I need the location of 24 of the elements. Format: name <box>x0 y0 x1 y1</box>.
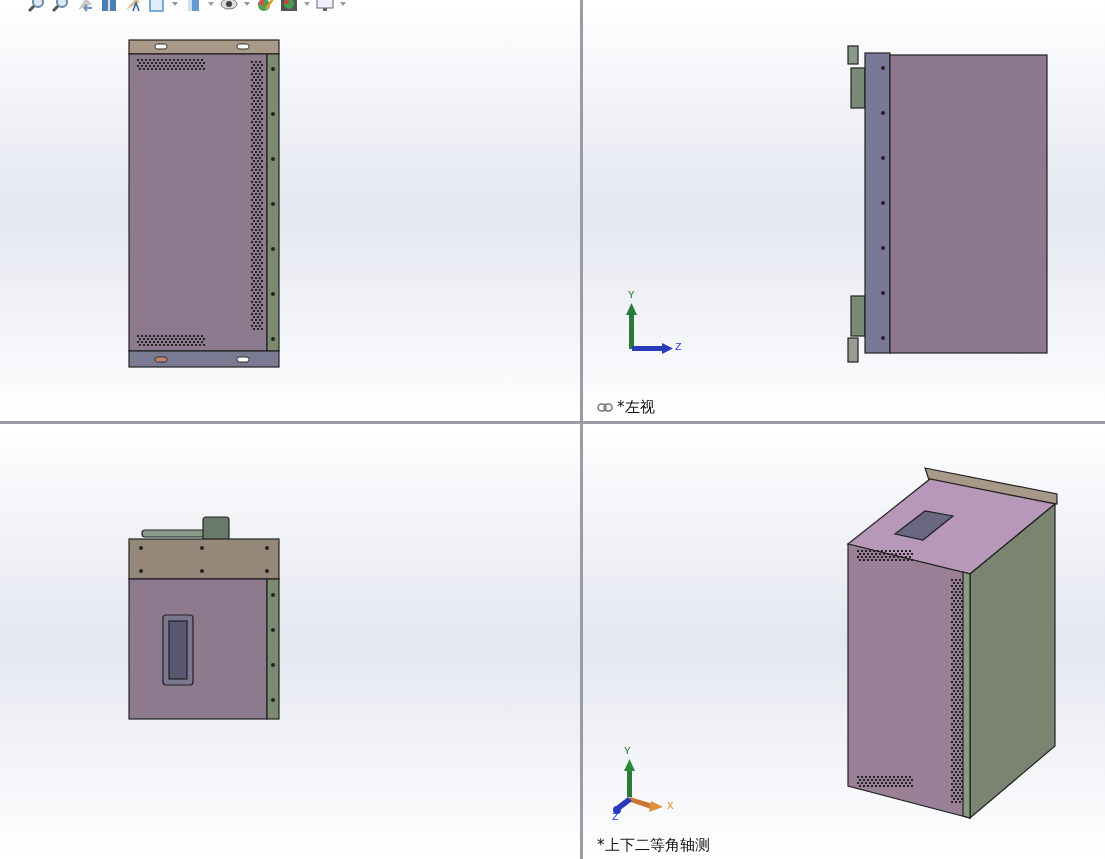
dropdown-caret-icon[interactable] <box>340 2 346 6</box>
axis-label: X <box>667 801 674 812</box>
view-name: *上下二等角轴测 <box>597 836 710 855</box>
view-cube-icon[interactable] <box>148 0 166 12</box>
zoom-area-icon[interactable] <box>52 0 70 12</box>
scene-icon[interactable] <box>280 0 298 12</box>
axis-triad-icon <box>626 303 673 354</box>
appearance-pencil-icon[interactable] <box>256 0 274 12</box>
annotation-icon[interactable] <box>124 0 142 12</box>
dropdown-caret-icon[interactable] <box>172 2 178 6</box>
dropdown-caret-icon[interactable] <box>208 2 214 6</box>
axis-triad-icon <box>613 759 663 814</box>
previous-view-icon[interactable] <box>76 0 94 12</box>
dropdown-caret-icon[interactable] <box>304 2 310 6</box>
section-view-icon[interactable] <box>100 0 118 12</box>
dropdown-caret-icon[interactable] <box>244 2 250 6</box>
view-name: *左视 <box>617 398 655 417</box>
axis-label: Z <box>612 812 619 823</box>
axis-label: Y <box>628 290 635 301</box>
axis-label: Z <box>675 342 682 353</box>
monitor-icon[interactable] <box>316 0 334 12</box>
zoom-fit-icon[interactable] <box>28 0 46 12</box>
axis-label: Y <box>624 746 631 757</box>
eye-icon[interactable] <box>220 0 238 12</box>
